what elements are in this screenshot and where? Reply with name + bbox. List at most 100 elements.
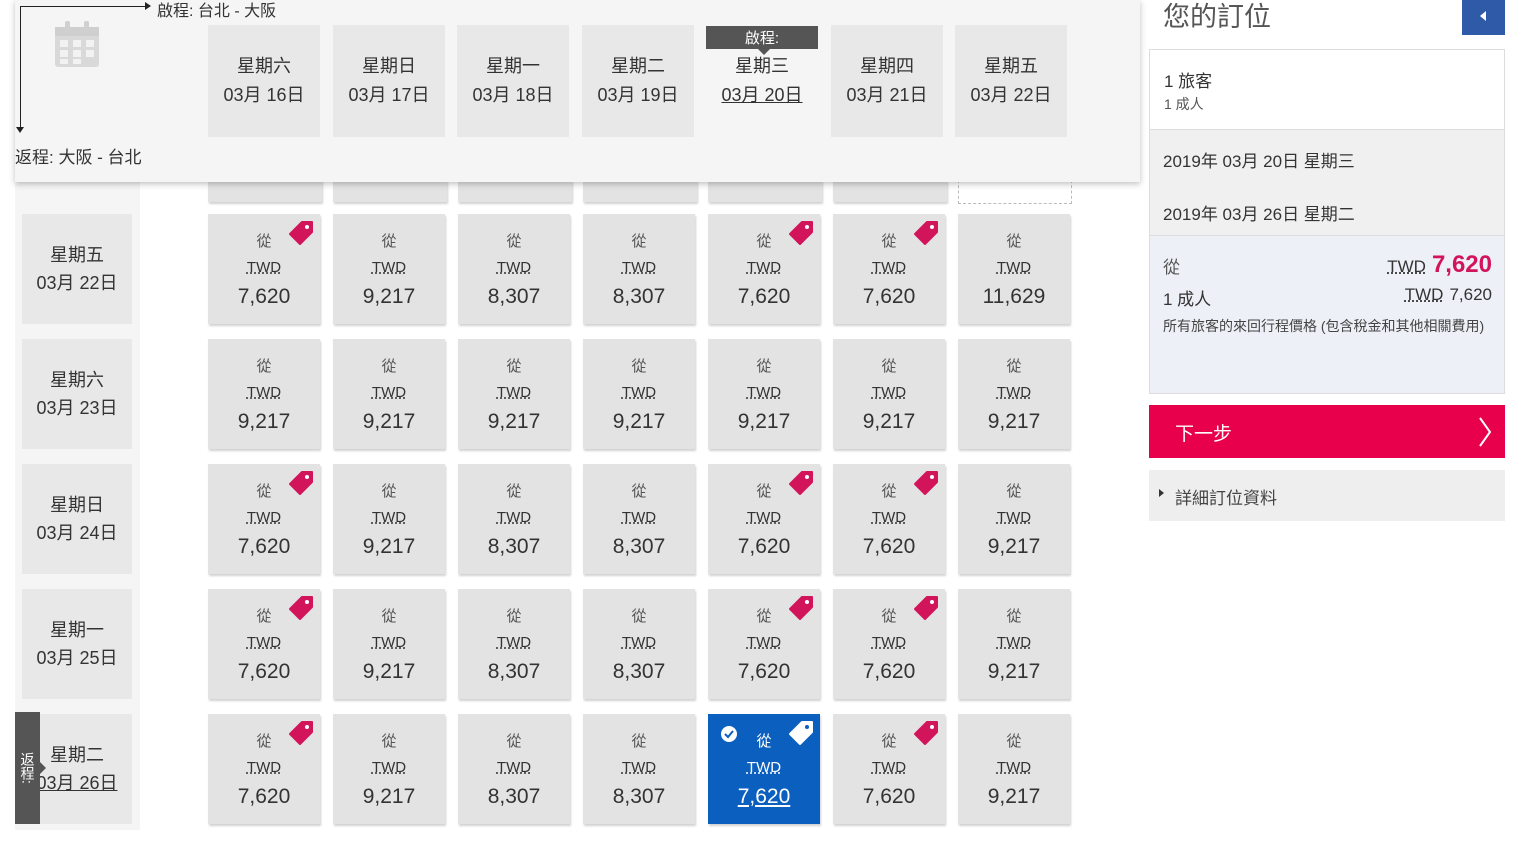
adult-amount: 7,620 xyxy=(1449,285,1492,304)
return-date: 03月 23日 xyxy=(36,398,118,418)
fare-price: 9,217 xyxy=(237,410,291,433)
fare-currency: TWD xyxy=(621,384,657,401)
fare-cell[interactable]: 從 TWD 8,307 xyxy=(458,714,570,824)
departure-date-3[interactable]: 星期二 03月 19日 xyxy=(582,25,694,137)
departure-weekday: 星期三 xyxy=(735,56,789,76)
fare-cell[interactable]: 從 TWD 7,620 xyxy=(708,589,820,699)
booking-details-toggle[interactable]: 詳細訂位資料 xyxy=(1149,470,1505,521)
fare-cell[interactable]: 從 TWD 9,217 xyxy=(958,464,1070,574)
return-route-label: 返程: 大阪 - 台北 xyxy=(15,148,142,167)
price-tag-icon xyxy=(789,721,813,745)
fare-cell[interactable]: 從 TWD 8,307 xyxy=(583,214,695,324)
departure-date-0[interactable]: 星期六 03月 16日 xyxy=(208,25,320,137)
fare-price: 9,217 xyxy=(487,410,541,433)
fare-cell[interactable]: 從 TWD 7,620 xyxy=(833,464,945,574)
dates-box: 2019年 03月 20日 星期三 2019年 03月 26日 星期二 xyxy=(1149,129,1505,237)
fare-cell[interactable]: 從 TWD 7,620 xyxy=(208,714,320,824)
fare-cell[interactable]: 從 TWD 9,217 xyxy=(333,464,445,574)
fare-cell[interactable]: 從 TWD 7,620 xyxy=(208,464,320,574)
return-day-2: 星期日 03月 24日 xyxy=(22,464,132,574)
fare-cell[interactable]: 從 TWD 9,217 xyxy=(333,339,445,449)
price-note: 所有旅客的來回行程價格 (包含稅金和其他相關費用) xyxy=(1163,318,1485,334)
fare-cell[interactable]: 從 TWD 7,620 xyxy=(833,714,945,824)
fare-price: 8,307 xyxy=(612,535,666,558)
fare-currency: TWD xyxy=(871,634,907,651)
fare-cell[interactable]: 從 TWD 8,307 xyxy=(583,589,695,699)
departure-date-2[interactable]: 星期一 03月 18日 xyxy=(457,25,569,137)
fare-from-label: 從 xyxy=(381,233,397,250)
fare-cell[interactable]: 從 TWD 8,307 xyxy=(583,714,695,824)
fare-cell[interactable]: 從 TWD 9,217 xyxy=(333,714,445,824)
fare-cell[interactable]: 從 TWD 9,217 xyxy=(458,339,570,449)
departure-date-1[interactable]: 星期日 03月 17日 xyxy=(333,25,445,137)
price-tag-icon xyxy=(789,221,813,245)
fare-cell[interactable]: 從 TWD 9,217 xyxy=(958,589,1070,699)
fare-price: 9,217 xyxy=(987,410,1041,433)
passenger-count: 1 旅客 xyxy=(1164,72,1213,91)
fare-price: 8,307 xyxy=(487,285,541,308)
departure-date-5[interactable]: 星期四 03月 21日 xyxy=(831,25,943,137)
departure-date-6[interactable]: 星期五 03月 22日 xyxy=(955,25,1067,137)
calendar-icon xyxy=(55,21,99,67)
return-weekday: 星期日 xyxy=(50,495,104,515)
fare-from-label: 從 xyxy=(506,733,522,750)
fare-cell[interactable]: 從 TWD 7,620 xyxy=(833,589,945,699)
next-step-button[interactable]: 下一步 xyxy=(1149,405,1505,458)
fare-price: 11,629 xyxy=(982,285,1046,308)
fare-currency: TWD xyxy=(496,384,532,401)
fare-from-label: 從 xyxy=(381,733,397,750)
price-tag-icon xyxy=(789,596,813,620)
fare-cell[interactable]: 從 TWD 11,629 xyxy=(958,214,1070,324)
fare-cell[interactable]: 從 TWD 8,307 xyxy=(458,214,570,324)
fare-currency: TWD xyxy=(246,509,282,526)
fare-cell[interactable]: 從 TWD 7,620 xyxy=(708,464,820,574)
fare-price: 7,620 xyxy=(737,285,791,308)
departure-weekday: 星期四 xyxy=(860,56,914,76)
fare-price: 9,217 xyxy=(362,660,416,683)
fare-price: 9,217 xyxy=(737,410,791,433)
departure-date: 03月 20日 xyxy=(721,85,803,105)
fare-cell[interactable]: 從 TWD 9,217 xyxy=(333,214,445,324)
return-weekday: 星期二 xyxy=(50,745,104,765)
fare-currency: TWD xyxy=(746,509,782,526)
fare-price: 8,307 xyxy=(487,535,541,558)
fare-price: 7,620 xyxy=(237,785,291,808)
fare-cell[interactable]: 從 TWD 9,217 xyxy=(333,589,445,699)
return-weekday: 星期五 xyxy=(50,245,104,265)
fare-from-label: 從 xyxy=(256,358,272,375)
departure-weekday: 星期六 xyxy=(237,56,291,76)
fare-price: 9,217 xyxy=(987,785,1041,808)
fare-currency: TWD xyxy=(871,384,907,401)
fare-currency: TWD xyxy=(996,509,1032,526)
fare-cell[interactable]: 從 TWD 9,217 xyxy=(583,339,695,449)
fare-cell[interactable]: 從 TWD 7,620 xyxy=(708,214,820,324)
fare-cell[interactable]: 從 TWD 9,217 xyxy=(958,714,1070,824)
fare-price: 7,620 xyxy=(237,660,291,683)
partial-cell xyxy=(708,180,822,202)
fare-price: 8,307 xyxy=(487,660,541,683)
fare-cell[interactable]: 從 TWD 9,217 xyxy=(833,339,945,449)
collapse-panel-button[interactable] xyxy=(1462,0,1505,35)
fare-currency: TWD xyxy=(496,259,532,276)
fare-from-label: 從 xyxy=(1006,233,1022,250)
fare-cell[interactable]: 從 TWD 9,217 xyxy=(208,339,320,449)
fare-cell[interactable]: 從 TWD 7,620 xyxy=(208,214,320,324)
fare-currency: TWD xyxy=(246,634,282,651)
fare-currency: TWD xyxy=(371,759,407,776)
return-date: 03月 25日 xyxy=(36,648,118,668)
departure-weekday: 星期五 xyxy=(984,56,1038,76)
fare-price: 8,307 xyxy=(612,285,666,308)
fare-cell[interactable]: 從 TWD 7,620 xyxy=(833,214,945,324)
fare-cell[interactable]: 從 TWD 9,217 xyxy=(708,339,820,449)
fare-cell-selected[interactable]: 從 TWD 7,620 xyxy=(708,714,820,824)
fare-cell[interactable]: 從 TWD 8,307 xyxy=(458,464,570,574)
fare-cell[interactable]: 從 TWD 8,307 xyxy=(583,464,695,574)
fare-cell[interactable]: 從 TWD 7,620 xyxy=(208,589,320,699)
fare-cell[interactable]: 從 TWD 9,217 xyxy=(958,339,1070,449)
price-tag-icon xyxy=(914,721,938,745)
fare-price: 7,620 xyxy=(737,535,791,558)
departure-weekday: 星期二 xyxy=(611,56,665,76)
chevron-right-icon xyxy=(1479,417,1492,447)
fare-cell[interactable]: 從 TWD 8,307 xyxy=(458,589,570,699)
axis-horizontal-line xyxy=(20,6,147,7)
